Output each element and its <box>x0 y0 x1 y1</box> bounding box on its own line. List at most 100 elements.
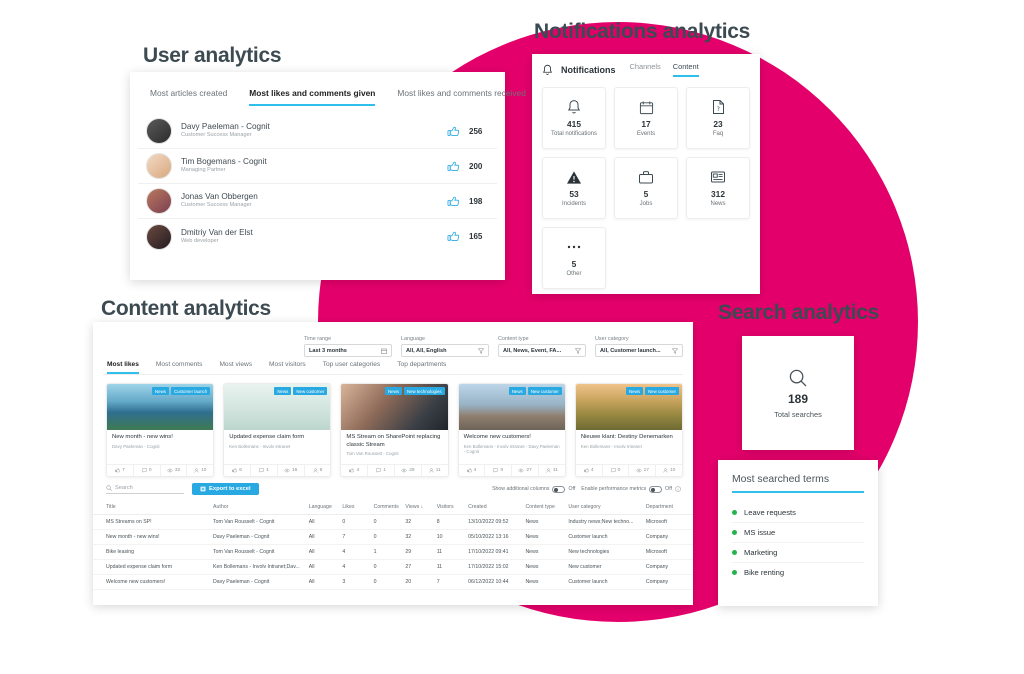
notifications-header: Notifications Channels Content <box>532 54 760 77</box>
cell-content-type: News <box>523 514 567 530</box>
dashboard-collage: User analytics Notifications analytics C… <box>0 0 1024 674</box>
list-item[interactable]: Leave requests <box>732 503 864 523</box>
col-visitors[interactable]: Visitors <box>434 500 467 515</box>
tab-most-likes-comments-given[interactable]: Most likes and comments given <box>249 88 376 106</box>
col-content-type[interactable]: Content type <box>523 500 567 515</box>
info-icon[interactable] <box>675 486 681 492</box>
tab-most-likes-comments-received[interactable]: Most likes and comments received <box>397 88 525 106</box>
table-row[interactable]: Updated expense claim form Ken Bollemans… <box>93 559 693 575</box>
col-title[interactable]: Title <box>93 500 212 515</box>
excel-icon <box>200 486 206 492</box>
stat-card-jobs[interactable]: 5 Jobs <box>614 157 678 219</box>
toggle-label: Enable performance metrics <box>581 486 647 492</box>
thumbs-up-icon <box>232 468 238 473</box>
tab-most-likes[interactable]: Most likes <box>107 361 139 374</box>
table-row[interactable]: New month - new wins! Davy Paeleman - Co… <box>93 529 693 545</box>
filter-user-category[interactable]: User category All, Customer launch... <box>595 336 683 357</box>
filter-value: All, All, English <box>406 347 447 354</box>
tag: New customer <box>644 387 680 395</box>
piggybanks-photo: News New customer <box>224 384 331 430</box>
bell-icon <box>542 64 553 75</box>
stat-card-faq[interactable]: ? 23 Faq <box>686 87 750 149</box>
comment-icon <box>259 468 264 473</box>
filter-language[interactable]: Language All, All, English <box>401 336 489 357</box>
content-card[interactable]: News Customer launch New month - new win… <box>106 383 215 477</box>
list-item[interactable]: Davy Paeleman - Cognit Customer Success … <box>138 114 497 149</box>
content-card[interactable]: News New customer Updated expense claim … <box>223 383 332 477</box>
col-user-category[interactable]: User category <box>566 500 644 515</box>
cell-content-type: News <box>523 559 567 575</box>
cell-views: 32 <box>403 529 435 545</box>
show-additional-columns-toggle[interactable]: Show additional columns Off <box>492 485 575 493</box>
stat-card-total-notifications[interactable]: 415 Total notifications <box>542 87 606 149</box>
thumbs-up-icon <box>447 161 460 171</box>
content-card[interactable]: News New customer Welcome new customers!… <box>457 383 566 477</box>
like-count: 200 <box>469 161 483 171</box>
col-created[interactable]: Created <box>466 500 524 515</box>
content-table: Title Author Language Likes Comments Vie… <box>93 500 693 590</box>
cell-likes: 0 <box>340 514 372 530</box>
comment-icon <box>610 468 616 473</box>
list-item[interactable]: Tim Bogemans - Cognit Managing Partner 2… <box>138 149 497 184</box>
tab-top-departments[interactable]: Top departments <box>397 361 446 374</box>
content-card[interactable]: News New customer Nieuwe klant: Destiny … <box>574 383 684 477</box>
col-likes[interactable]: Likes <box>340 500 372 515</box>
content-author: Ken Bollemans - Involv Intranet - Davy P… <box>463 443 560 455</box>
table-row[interactable]: Welcome new customers! Davy Paeleman - C… <box>93 574 693 590</box>
news-icon <box>710 167 726 187</box>
stat-card-events[interactable]: 17 Events <box>614 87 678 149</box>
tab-most-comments[interactable]: Most comments <box>156 361 203 374</box>
tab-most-articles-created[interactable]: Most articles created <box>150 88 227 106</box>
toggle-label: Show additional columns <box>492 486 550 492</box>
content-card[interactable]: News New technologies MS Stream on Share… <box>340 383 449 477</box>
export-to-excel-button[interactable]: Export to excel <box>192 483 259 495</box>
filter-time-range[interactable]: Time range Last 3 months <box>304 336 392 357</box>
cell-department: Company <box>643 559 693 575</box>
tag: News <box>625 387 643 395</box>
list-item[interactable]: Bike renting <box>732 563 864 582</box>
list-item[interactable]: Jonas Van Obbergen Customer Success Mana… <box>138 184 497 219</box>
list-item[interactable]: Dmitriy Van der Elst Web developer 165 <box>138 219 497 254</box>
filter-content-type[interactable]: Content type All, News, Event, FA... <box>498 336 586 357</box>
tab-channels[interactable]: Channels <box>630 62 661 77</box>
toggle-switch[interactable] <box>649 485 663 493</box>
col-views[interactable]: Views ↓ <box>403 500 435 515</box>
col-author[interactable]: Author <box>211 500 307 515</box>
cell-created: 17/10/2022 15:02 <box>466 559 524 575</box>
table-row[interactable]: MS Streams on SP! Tom Van Rousselt - Cog… <box>93 514 693 530</box>
funnel-icon <box>575 347 581 354</box>
search-icon <box>789 369 807 386</box>
tab-most-views[interactable]: Most views <box>219 361 252 374</box>
filter-value: All, Customer launch... <box>600 347 661 354</box>
search-input[interactable]: Search <box>106 485 184 494</box>
eye-icon <box>401 468 408 473</box>
tab-content[interactable]: Content <box>672 62 699 77</box>
toggle-switch[interactable] <box>552 485 566 493</box>
cell-author: Davy Paeleman - Cognit <box>211 574 307 590</box>
calendar-icon <box>639 97 654 117</box>
eye-icon <box>166 468 173 473</box>
col-language[interactable]: Language <box>306 500 341 515</box>
person-icon <box>546 468 551 473</box>
cell-user-category: Customer launch <box>566 529 644 545</box>
col-comments[interactable]: Comments <box>371 500 404 515</box>
list-item[interactable]: MS issue <box>732 523 864 543</box>
stat-card-incidents[interactable]: 53 Incidents <box>542 157 606 219</box>
tab-top-user-categories[interactable]: Top user categories <box>323 361 381 374</box>
stat-card-news[interactable]: 312 News <box>686 157 750 219</box>
table-row[interactable]: Bike leasing Tom Van Rousselt - Cognit A… <box>93 544 693 560</box>
list-item[interactable]: Marketing <box>732 543 864 563</box>
filter-label: Language <box>401 336 425 342</box>
content-filters: Time range Last 3 months Language All, A… <box>93 322 693 357</box>
col-department[interactable]: Department <box>643 500 693 515</box>
stat-card-other[interactable]: 5 Other <box>542 227 606 289</box>
eye-icon <box>635 468 642 473</box>
stat-comments: 0 <box>603 465 630 476</box>
section-title-notifications-analytics: Notifications analytics <box>534 20 750 43</box>
total-searches-card[interactable]: 189 Total searches <box>742 336 854 450</box>
enable-performance-metrics-toggle[interactable]: Enable performance metrics Off <box>581 485 681 493</box>
tag: New technologies <box>403 387 445 395</box>
cell-department: Company <box>643 529 693 545</box>
content-author: Tom Van Roussett - Cognit <box>346 451 399 457</box>
tab-most-visitors[interactable]: Most visitors <box>269 361 306 374</box>
